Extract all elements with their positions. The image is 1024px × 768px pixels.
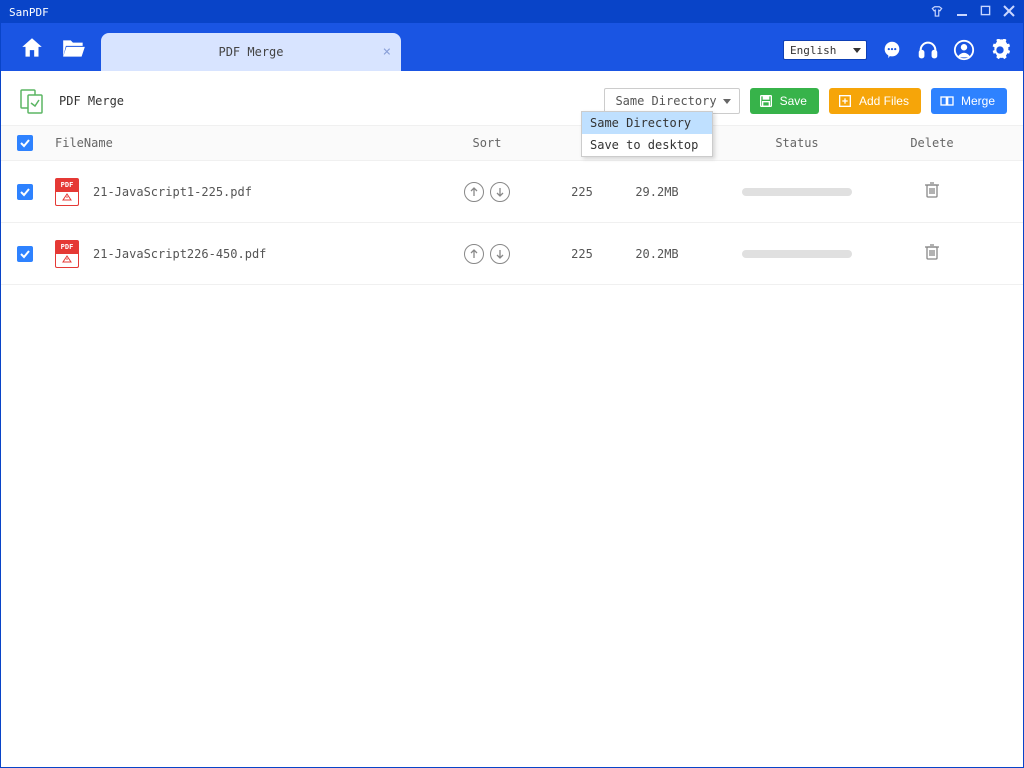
row-checkbox[interactable] bbox=[17, 184, 33, 200]
add-files-label: Add Files bbox=[859, 94, 909, 108]
add-files-icon bbox=[837, 93, 853, 109]
tab-pdf-merge[interactable]: PDF Merge × bbox=[101, 33, 401, 71]
table-row: PDF 21-JavaScript1-225.pdf 225 29.2MB bbox=[1, 161, 1023, 223]
col-filename: FileName bbox=[47, 136, 427, 150]
language-select[interactable]: English bbox=[783, 40, 867, 60]
headphones-icon[interactable] bbox=[917, 39, 939, 61]
tab-close-icon[interactable]: × bbox=[383, 44, 391, 60]
merge-icon bbox=[939, 93, 955, 109]
list-header: FileName Sort Status Delete bbox=[1, 125, 1023, 161]
directory-option-desktop[interactable]: Save to desktop bbox=[582, 134, 712, 156]
app-window: SanPDF PDF M bbox=[0, 0, 1024, 768]
gear-icon[interactable] bbox=[989, 39, 1011, 61]
save-label: Save bbox=[780, 94, 807, 108]
save-icon bbox=[758, 93, 774, 109]
language-value: English bbox=[790, 44, 836, 57]
action-bar: PDF Merge Same Directory Save Add Files bbox=[1, 71, 1023, 125]
sort-up-button[interactable] bbox=[464, 244, 484, 264]
file-pages: 225 bbox=[547, 185, 617, 199]
merge-label: Merge bbox=[961, 94, 995, 108]
pdf-file-icon: PDF bbox=[55, 240, 79, 268]
file-pages: 225 bbox=[547, 247, 617, 261]
chat-icon[interactable] bbox=[881, 39, 903, 61]
save-button[interactable]: Save bbox=[750, 88, 819, 114]
row-checkbox[interactable] bbox=[17, 246, 33, 262]
tshirt-icon[interactable] bbox=[930, 5, 944, 19]
merge-button[interactable]: Merge bbox=[931, 88, 1007, 114]
col-delete: Delete bbox=[897, 136, 967, 150]
select-all-checkbox[interactable] bbox=[17, 135, 33, 151]
app-title: SanPDF bbox=[9, 6, 930, 19]
page-title: PDF Merge bbox=[59, 94, 594, 108]
pdf-file-icon: PDF bbox=[55, 178, 79, 206]
tab-area: PDF Merge × bbox=[101, 33, 783, 71]
delete-button[interactable] bbox=[924, 181, 940, 199]
col-status: Status bbox=[697, 136, 897, 150]
maximize-icon[interactable] bbox=[980, 5, 991, 19]
delete-button[interactable] bbox=[924, 243, 940, 261]
col-sort: Sort bbox=[427, 136, 547, 150]
sort-up-button[interactable] bbox=[464, 182, 484, 202]
table-row: PDF 21-JavaScript226-450.pdf 225 20.2MB bbox=[1, 223, 1023, 285]
tab-label: PDF Merge bbox=[218, 45, 283, 59]
directory-option-same[interactable]: Same Directory bbox=[582, 112, 712, 134]
file-size: 20.2MB bbox=[617, 247, 697, 261]
user-icon[interactable] bbox=[953, 39, 975, 61]
folder-open-icon[interactable] bbox=[61, 37, 87, 59]
nav-icons bbox=[19, 35, 87, 71]
close-icon[interactable] bbox=[1003, 5, 1015, 19]
home-icon[interactable] bbox=[19, 35, 45, 61]
file-name: 21-JavaScript1-225.pdf bbox=[93, 185, 252, 199]
file-size: 29.2MB bbox=[617, 185, 697, 199]
sort-down-button[interactable] bbox=[490, 244, 510, 264]
toolbar-right: English bbox=[783, 39, 1011, 71]
minimize-icon[interactable] bbox=[956, 5, 968, 19]
titlebar: SanPDF bbox=[1, 1, 1023, 23]
pdf-merge-icon bbox=[17, 85, 49, 117]
toolbar: PDF Merge × English bbox=[1, 23, 1023, 71]
status-progress bbox=[742, 250, 852, 258]
directory-value: Same Directory bbox=[615, 94, 716, 108]
directory-menu: Same Directory Save to desktop bbox=[581, 111, 713, 157]
sort-down-button[interactable] bbox=[490, 182, 510, 202]
window-controls bbox=[930, 5, 1015, 19]
content-area: PDF Merge Same Directory Save Add Files bbox=[1, 71, 1023, 767]
file-name: 21-JavaScript226-450.pdf bbox=[93, 247, 266, 261]
add-files-button[interactable]: Add Files bbox=[829, 88, 921, 114]
status-progress bbox=[742, 188, 852, 196]
